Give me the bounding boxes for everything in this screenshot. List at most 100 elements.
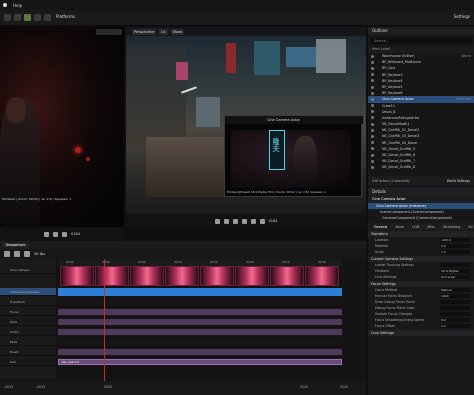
track-header[interactable]: Transform: [0, 298, 56, 306]
add-track-icon[interactable]: [14, 251, 20, 257]
visibility-eye-icon[interactable]: [371, 141, 374, 145]
property-value-field[interactable]: 0.0: [440, 324, 470, 328]
tab-general[interactable]: General: [374, 225, 387, 229]
visibility-eye-icon[interactable]: [371, 128, 374, 132]
track-header[interactable]: Fade: [0, 338, 56, 346]
track-header[interactable]: Focus: [0, 308, 56, 316]
property-value-field[interactable]: Universal: [440, 275, 470, 279]
platforms-button[interactable]: Platforms: [56, 14, 75, 19]
track-header[interactable]: Cine Camera: [0, 266, 56, 274]
sub-sequence-clip[interactable]: nNe_Reboot: [58, 359, 342, 365]
play-icon[interactable]: [24, 14, 31, 21]
frame-range-label[interactable]: -0015: [4, 385, 13, 389]
visibility-eye-icon[interactable]: [371, 153, 374, 157]
details-section-header[interactable]: Crop Settings: [368, 330, 474, 336]
unreal-logo-icon[interactable]: [3, 3, 7, 7]
visibility-eye-icon[interactable]: [371, 135, 374, 139]
left-viewport[interactable]: Filmback | Zoom: 50mm | Av: 2.8 | Squeez…: [0, 27, 124, 227]
keyframe-section[interactable]: [58, 329, 342, 335]
property-value-field[interactable]: Manual: [440, 288, 470, 292]
loop-icon[interactable]: [259, 218, 265, 224]
outliner-row[interactable]: NE_Decal_Graffiti_8: [368, 164, 474, 170]
visibility-eye-icon[interactable]: [371, 110, 374, 114]
visibility-eye-icon[interactable]: [371, 54, 374, 58]
skip-back-icon[interactable]: [214, 218, 220, 224]
play-icon[interactable]: [53, 231, 59, 237]
tab-misc[interactable]: Misc: [427, 225, 435, 229]
prev-frame-icon[interactable]: [44, 231, 50, 237]
component-camera[interactable]: CameraComponent (CameraComponent): [368, 215, 474, 221]
track-lane[interactable]: [58, 298, 342, 306]
visibility-eye-icon[interactable]: [371, 60, 374, 64]
track-header[interactable]: Audio: [0, 328, 56, 336]
frame-range-label[interactable]: 0240: [340, 385, 348, 389]
tab-all[interactable]: All: [468, 225, 472, 229]
build-icon[interactable]: [44, 14, 51, 21]
visibility-eye-icon[interactable]: [371, 104, 374, 108]
outliner-search[interactable]: Search...: [371, 38, 471, 44]
details-actor-name[interactable]: Cine Camera Actor: [368, 196, 474, 203]
property-label: Focus Offset: [375, 324, 395, 328]
track-header[interactable]: CameraComponent: [0, 288, 56, 296]
property-value-field[interactable]: [440, 300, 470, 304]
property-value-field[interactable]: 1.0: [440, 250, 470, 254]
next-frame-icon[interactable]: [62, 231, 68, 237]
next-frame-icon[interactable]: [241, 218, 247, 224]
playhead[interactable]: [104, 259, 105, 381]
keyframe-section[interactable]: [58, 309, 342, 315]
save-icon[interactable]: [4, 14, 11, 21]
save-sequence-icon[interactable]: [4, 251, 10, 257]
tab-streaming[interactable]: Streaming: [443, 225, 461, 229]
visibility-eye-icon[interactable]: [371, 66, 374, 70]
frame-range-label[interactable]: 0240: [300, 385, 308, 389]
viewport-options[interactable]: [96, 29, 122, 35]
track-header[interactable]: Event: [0, 348, 56, 356]
content-browser-icon[interactable]: [14, 14, 21, 21]
visibility-eye-icon[interactable]: [371, 73, 374, 77]
lit-button[interactable]: Lit: [159, 28, 168, 35]
property-value-field[interactable]: -400.0: [440, 238, 470, 242]
prev-frame-icon[interactable]: [223, 218, 229, 224]
perspective-button[interactable]: Perspective: [132, 28, 157, 35]
property-value-field[interactable]: 8.0: [440, 318, 470, 322]
track-lane[interactable]: [58, 288, 342, 296]
play-options-icon[interactable]: [34, 14, 41, 21]
show-button[interactable]: Show: [170, 28, 185, 35]
skip-forward-icon[interactable]: [250, 218, 256, 224]
fps-dropdown[interactable]: 30 fps: [34, 252, 45, 256]
visibility-eye-icon[interactable]: [371, 79, 374, 83]
visibility-eye-icon[interactable]: [371, 85, 374, 89]
property-value-field[interactable]: [440, 306, 470, 310]
visibility-eye-icon[interactable]: [371, 165, 374, 169]
track-header[interactable]: Shot: [0, 318, 56, 326]
visibility-eye-icon[interactable]: [371, 159, 374, 163]
property-value-field[interactable]: [440, 312, 470, 316]
track-area[interactable]: nNe_Reboot: [58, 266, 342, 379]
visibility-eye-icon[interactable]: [371, 122, 374, 126]
visibility-eye-icon[interactable]: [371, 91, 374, 95]
keyframe-section[interactable]: [58, 349, 342, 355]
track-lane[interactable]: [58, 338, 342, 346]
shot-thumbnail-strip[interactable]: [60, 266, 340, 288]
frame-range-label[interactable]: -0015: [36, 385, 45, 389]
filter-icon[interactable]: [24, 251, 30, 257]
track-header[interactable]: Sub: [0, 358, 56, 366]
settings-button[interactable]: Settings: [454, 14, 470, 19]
property-value-field[interactable]: [440, 263, 470, 267]
tab-actor[interactable]: Actor: [395, 225, 404, 229]
frame-range-label[interactable]: 0030: [104, 385, 112, 389]
tab-lod[interactable]: LOD: [412, 225, 419, 229]
menu-help[interactable]: Help: [13, 3, 22, 8]
property-value-field[interactable]: 16:9 Digital: [440, 269, 470, 273]
world-settings-tab[interactable]: World Settings: [447, 179, 470, 183]
main-viewport[interactable]: Perspective Lit Show Cine Camera Actor 隆…: [126, 27, 366, 214]
property-value-field[interactable]: 0.0: [440, 244, 470, 248]
tab-sequencer[interactable]: Sequencer: [3, 243, 29, 247]
time-ruler[interactable]: 0030 0060 0090 0120 0150 0180 0210 0240: [58, 259, 342, 266]
visibility-eye-icon[interactable]: [371, 116, 374, 120]
visibility-eye-icon[interactable]: [371, 147, 374, 151]
play-icon[interactable]: [232, 218, 238, 224]
visibility-eye-icon[interactable]: [371, 97, 374, 101]
property-value-field[interactable]: 1000: [440, 294, 470, 298]
keyframe-section[interactable]: [58, 319, 342, 325]
